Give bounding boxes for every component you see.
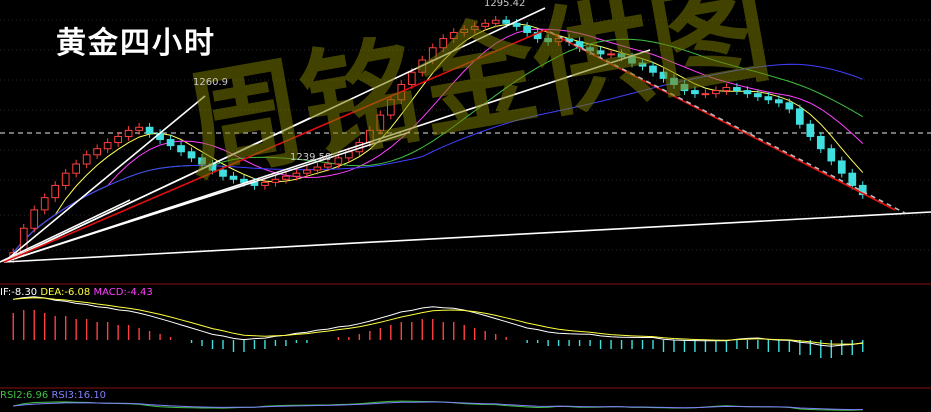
candle-body	[596, 50, 605, 55]
candle-body	[282, 175, 290, 180]
candle-body	[187, 151, 196, 159]
candle-body	[523, 25, 532, 33]
candle-body	[271, 178, 280, 183]
candle-body	[722, 87, 731, 92]
candle-body	[303, 169, 311, 174]
candle-body	[827, 148, 836, 162]
ma-20-line	[12, 38, 864, 254]
chart-title: 黄金四小时	[56, 26, 216, 61]
candle-body	[837, 160, 846, 174]
rsi3-value: RSI3:16.10	[51, 390, 107, 401]
candle-body	[544, 38, 552, 43]
candle-body	[124, 129, 133, 137]
rsi-panel	[13, 400, 863, 411]
candle-body	[198, 157, 206, 165]
candle-body	[219, 169, 227, 177]
candle-body	[166, 139, 175, 147]
trend-line-white	[0, 199, 131, 263]
candle-body	[491, 19, 500, 24]
annotation-high-2: 1295.42	[484, 0, 526, 9]
candle-body	[229, 175, 238, 180]
candle-body	[82, 154, 91, 165]
dea-line	[13, 297, 863, 345]
rsi-legend: RSI2:6.96 RSI3:16.10	[0, 390, 106, 402]
candle-body	[586, 47, 594, 52]
trend-line-red	[3, 29, 546, 263]
candle-body	[93, 148, 102, 156]
candle-body	[439, 38, 448, 49]
candle-body	[61, 172, 70, 186]
candle-body	[177, 145, 185, 153]
candle-body	[512, 22, 521, 27]
trend-line-red	[544, 29, 896, 211]
candle-body	[680, 83, 689, 92]
candle-body	[135, 126, 143, 131]
candle-body	[460, 28, 469, 33]
candle-body	[51, 184, 60, 199]
candle-body	[743, 90, 752, 95]
candle-body	[617, 53, 626, 58]
candle-body	[386, 99, 395, 116]
macd-value: MACD:-4.43	[93, 287, 153, 298]
candle-body	[334, 157, 343, 165]
candle-body	[754, 93, 762, 98]
candle-body	[733, 87, 741, 92]
macd-legend: IF:-8.30 DEA:-6.08 MACD:-4.43	[0, 287, 153, 299]
candle-body	[816, 135, 825, 150]
dif-value: IF:-8.30	[0, 287, 38, 298]
ma-40-line	[12, 63, 863, 254]
candle-body	[103, 142, 112, 150]
annotation-high-1: 1260.9	[193, 77, 228, 88]
trend-line-white	[3, 95, 206, 263]
candle-body	[701, 93, 710, 96]
ma-10-line	[12, 28, 864, 254]
candle-body	[428, 47, 437, 61]
rsi2-value: RSI2:6.96	[0, 390, 49, 401]
candle-body	[114, 135, 122, 144]
candle-body	[764, 96, 773, 101]
trend-line-white	[3, 211, 931, 263]
candle-body	[470, 25, 479, 30]
candle-body	[324, 163, 332, 168]
annotation-low-1: 1239.58	[290, 152, 332, 163]
candle-body	[407, 71, 416, 85]
candle-body	[313, 166, 322, 171]
candle-body	[649, 65, 657, 73]
candle-body	[712, 90, 720, 95]
candle-body	[670, 77, 678, 85]
candle-body	[691, 90, 699, 95]
candle-body	[40, 197, 49, 211]
candle-body	[72, 163, 81, 174]
candle-body	[795, 108, 804, 125]
dif-line	[13, 296, 863, 347]
candle-body	[376, 114, 385, 131]
candle-body	[774, 99, 783, 104]
candle-body	[449, 31, 458, 40]
candle-body	[145, 126, 154, 134]
candle-body	[628, 56, 636, 64]
candle-body	[659, 71, 668, 79]
candle-body	[848, 172, 857, 186]
candle-body	[481, 22, 490, 27]
candle-body	[502, 19, 511, 24]
candle-body	[292, 172, 301, 177]
candle-body	[638, 62, 647, 67]
candle-body	[30, 209, 39, 229]
dea-value: DEA:-6.08	[40, 287, 91, 298]
candle-body	[607, 53, 615, 56]
candle-body	[785, 102, 794, 110]
candle-body	[261, 181, 269, 186]
macd-panel	[12, 296, 864, 358]
candle-body	[806, 123, 815, 137]
